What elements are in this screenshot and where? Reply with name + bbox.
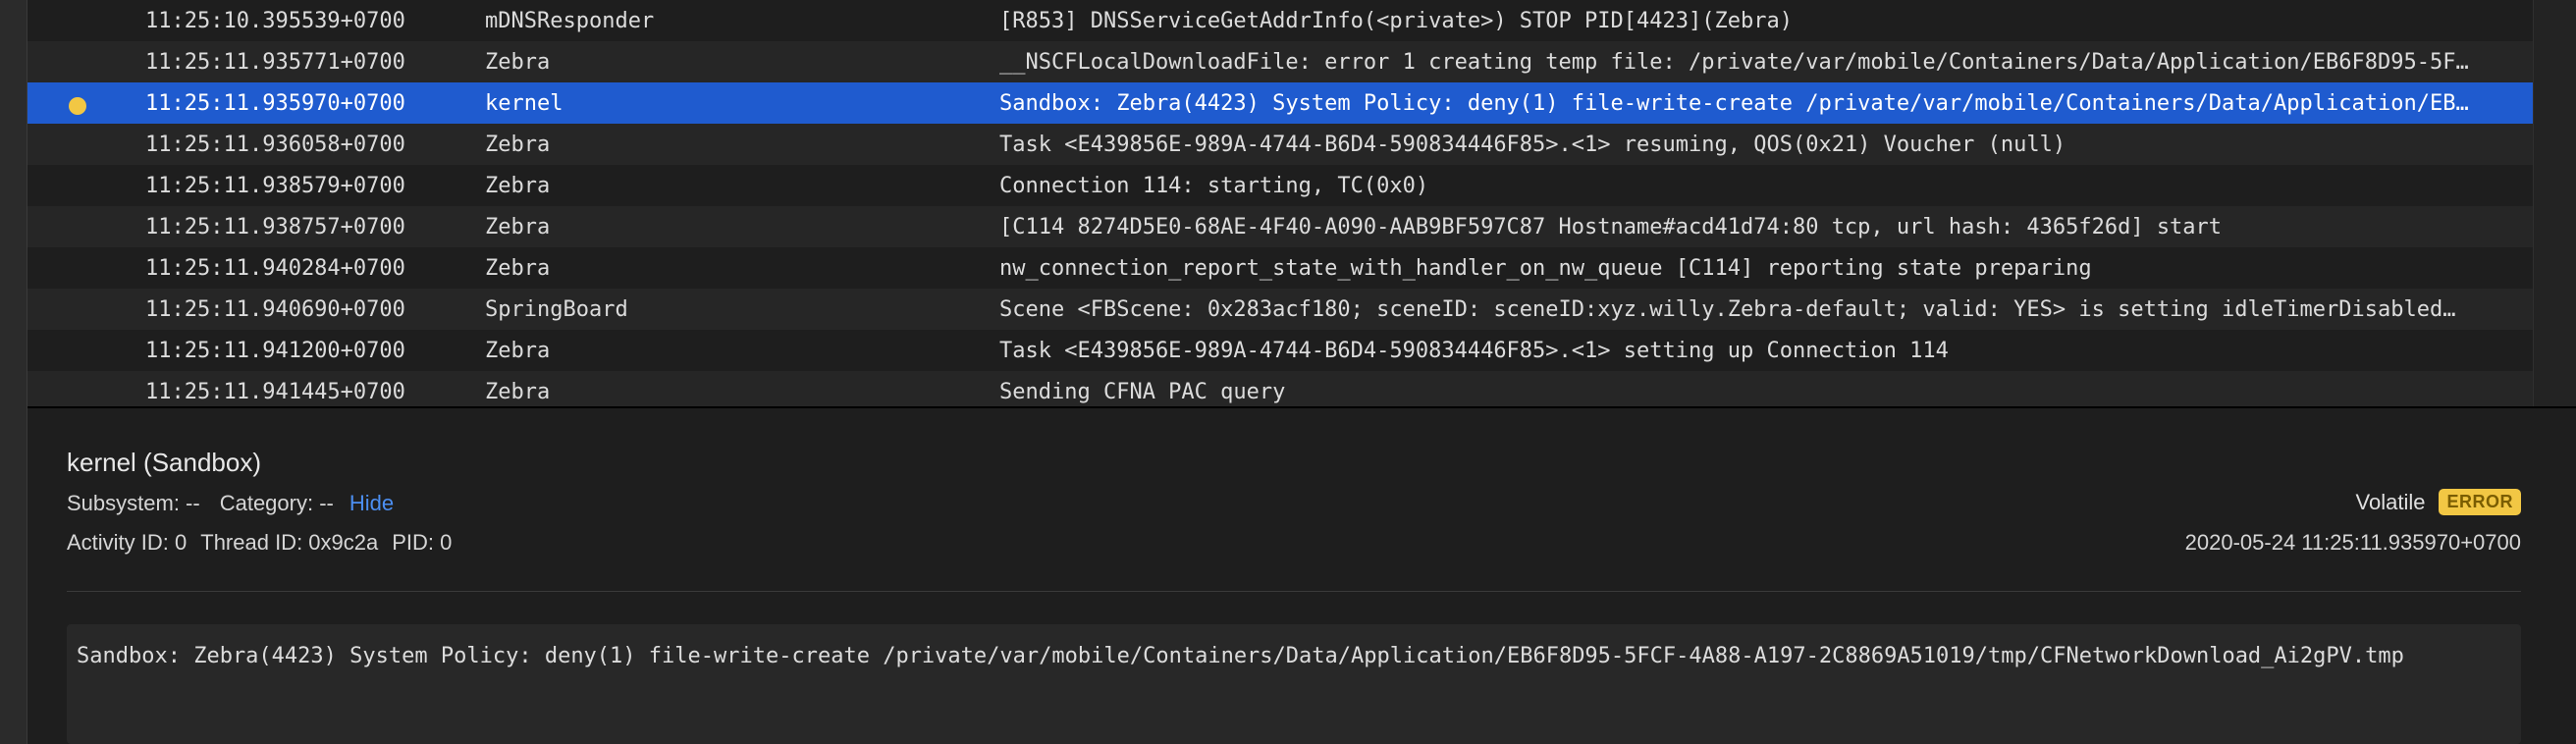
- log-time: 11:25:11.940690+0700: [145, 296, 405, 322]
- level-indicator-cell: [27, 41, 145, 82]
- detail-title: kernel (Sandbox): [67, 448, 261, 477]
- level-indicator-cell: [27, 247, 145, 289]
- console-window: 11:25:10.395539+0700 mDNSResponder [R853] …: [0, 0, 2576, 744]
- level-indicator-cell: [27, 0, 145, 41]
- log-time: 11:25:11.938757+0700: [145, 214, 405, 239]
- detail-separator: [67, 591, 2521, 592]
- log-message: [C114 8274D5E0-68AE-4F40-A090-AAB9BF597C…: [999, 214, 2223, 239]
- log-row[interactable]: 11:25:11.938757+0700 Zebra [C114 8274D5E0-…: [27, 206, 2533, 247]
- log-message: Scene <FBScene: 0x283acf180; sceneID: sc…: [999, 296, 2456, 322]
- log-message: [R853] DNSServiceGetAddrInfo(<private>) …: [999, 8, 1793, 33]
- log-time: 11:25:11.938579+0700: [145, 173, 405, 198]
- log-time: 11:25:11.940284+0700: [145, 255, 405, 281]
- sidebar-gutter: [0, 0, 27, 744]
- log-time: 11:25:11.941445+0700: [145, 379, 405, 404]
- log-process: Zebra: [485, 379, 551, 404]
- log-message: __NSCFLocalDownloadFile: error 1 creatin…: [999, 49, 2469, 75]
- detail-timestamp: 2020-05-24 11:25:11.935970+0700: [2184, 530, 2521, 555]
- level-indicator-cell: [27, 165, 145, 206]
- hide-link[interactable]: Hide: [349, 491, 394, 515]
- log-process: mDNSResponder: [485, 8, 655, 33]
- message-box[interactable]: Sandbox: Zebra(4423) System Policy: deny…: [67, 624, 2521, 744]
- volatile-label: Volatile: [2355, 489, 2426, 514]
- log-time: 11:25:11.935970+0700: [145, 90, 405, 116]
- log-row[interactable]: 11:25:11.940690+0700 SpringBoard Scene <FB…: [27, 289, 2533, 330]
- log-message: nw_connection_report_state_with_handler_…: [999, 255, 2092, 281]
- log-row[interactable]: 11:25:11.935771+0700 Zebra __NSCFLocalDown…: [27, 41, 2533, 82]
- level-indicator-cell: [27, 82, 145, 124]
- level-indicator-cell: [27, 371, 145, 406]
- log-process: Zebra: [485, 338, 551, 363]
- log-message: Sending CFNA PAC query: [999, 379, 1286, 404]
- log-row[interactable]: 11:25:11.936058+0700 Zebra Task <E439856E-…: [27, 124, 2533, 165]
- log-message: Task <E439856E-989A-4744-B6D4-590834446F…: [999, 132, 2066, 157]
- log-scrollbar[interactable]: [2533, 0, 2576, 406]
- log-time: 11:25:11.935771+0700: [145, 49, 405, 75]
- log-row[interactable]: 11:25:10.395539+0700 mDNSResponder [R853] …: [27, 0, 2533, 41]
- log-row[interactable]: 11:25:11.941200+0700 Zebra Task <E439856E-…: [27, 330, 2533, 371]
- message-text[interactable]: Sandbox: Zebra(4423) System Policy: deny…: [77, 644, 2404, 668]
- detail-ids-line: Activity ID: 0 Thread ID: 0x9c2a PID: 0: [67, 530, 452, 556]
- level-indicator-cell: [27, 330, 145, 371]
- log-process: Zebra: [485, 255, 551, 281]
- log-row[interactable]: 11:25:11.938579+0700 Zebra Connection 114:…: [27, 165, 2533, 206]
- activity-id: Activity ID: 0: [67, 530, 188, 555]
- log-message: Task <E439856E-989A-4744-B6D4-590834446F…: [999, 338, 1949, 363]
- log-row[interactable]: 11:25:11.935970+0700 kernel Sandbox: Zebra…: [27, 82, 2533, 124]
- log-time: 11:25:11.936058+0700: [145, 132, 405, 157]
- fault-dot-icon: [69, 97, 86, 115]
- thread-id: Thread ID: 0x9c2a: [200, 530, 379, 555]
- level-indicator-cell: [27, 289, 145, 330]
- category-label: Category: --: [219, 491, 334, 515]
- log-process: kernel: [485, 90, 564, 116]
- detail-pane: kernel (Sandbox) Subsystem: -- Category: …: [27, 408, 2576, 744]
- volatile-group: Volatile ERROR: [2356, 489, 2521, 515]
- log-table: 11:25:10.395539+0700 mDNSResponder [R853] …: [27, 0, 2533, 406]
- log-process: Zebra: [485, 214, 551, 239]
- level-indicator-cell: [27, 124, 145, 165]
- detail-subsystem-line: Subsystem: -- Category: -- Hide: [67, 491, 394, 516]
- log-row[interactable]: 11:25:11.940284+0700 Zebra nw_connection_r…: [27, 247, 2533, 289]
- log-time: 11:25:10.395539+0700: [145, 8, 405, 33]
- log-process: Zebra: [485, 173, 551, 198]
- error-badge: ERROR: [2439, 489, 2521, 515]
- log-process: Zebra: [485, 49, 551, 75]
- pid-label: PID: 0: [392, 530, 453, 555]
- log-message: Sandbox: Zebra(4423) System Policy: deny…: [999, 90, 2469, 116]
- log-row[interactable]: 11:25:11.941445+0700 Zebra Sending CFNA PA…: [27, 371, 2533, 406]
- log-time: 11:25:11.941200+0700: [145, 338, 405, 363]
- log-process: SpringBoard: [485, 296, 628, 322]
- subsystem-label: Subsystem: --: [67, 491, 200, 515]
- level-indicator-cell: [27, 206, 145, 247]
- log-message: Connection 114: starting, TC(0x0): [999, 173, 1429, 198]
- log-process: Zebra: [485, 132, 551, 157]
